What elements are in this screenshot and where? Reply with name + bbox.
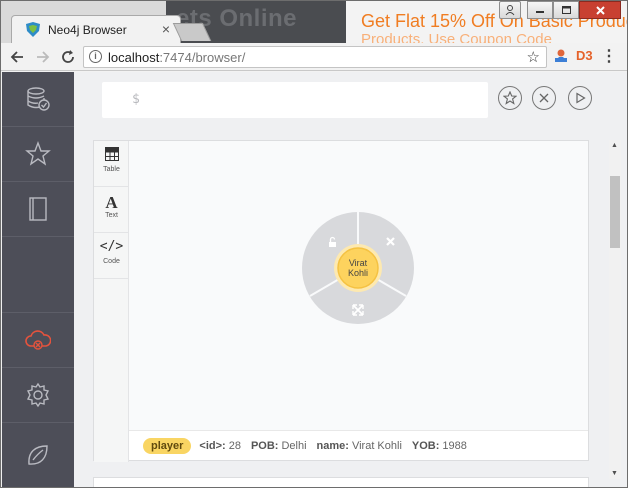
close-icon (595, 5, 605, 15)
prop-value-id: 28 (228, 439, 241, 452)
sidebar-item-database[interactable] (2, 72, 74, 127)
tab-text-label: Text (105, 212, 118, 219)
extension-download-icon[interactable] (553, 48, 569, 64)
main-area: $ Table A Text </> Code Virat Kohli play… (74, 72, 627, 487)
title-bar: ets Online Get Flat 15% Off On Basic Pro… (1, 1, 627, 43)
window-controls (499, 1, 621, 21)
arrow-left-icon (10, 51, 23, 63)
text-icon: A (105, 193, 118, 212)
close-window-button[interactable] (579, 1, 621, 19)
sidebar (2, 72, 74, 487)
tab-table[interactable]: Table (94, 141, 129, 187)
query-editor[interactable]: $ (102, 82, 488, 118)
neo4j-shield-icon (26, 22, 40, 37)
code-icon: </> (99, 239, 124, 254)
star-outline-icon (503, 91, 517, 105)
book-icon (29, 197, 47, 221)
maximize-icon (561, 6, 571, 14)
database-icon (27, 87, 50, 111)
tab-code-label: Code (103, 258, 120, 265)
tab-code[interactable]: </> Code (94, 233, 129, 279)
clear-icon (539, 93, 549, 103)
reload-button[interactable] (58, 47, 78, 67)
browser-tab[interactable]: Neo4j Browser × (11, 15, 181, 43)
browser-window: ets Online Get Flat 15% Off On Basic Pro… (0, 0, 628, 488)
maximize-button[interactable] (553, 1, 579, 19)
star-icon (25, 141, 51, 166)
result-view-tabs: Table A Text </> Code (94, 141, 129, 462)
prop-key-yob: YOB: (411, 439, 440, 452)
tab-title: Neo4j Browser (48, 23, 127, 37)
sidebar-spacer (2, 237, 74, 313)
node-caption: Virat Kohli (347, 258, 368, 278)
prop-key-id: <id>: (199, 439, 226, 452)
user-profile-button[interactable] (499, 1, 521, 19)
extension-d3-icon[interactable]: D3 (576, 48, 593, 64)
arrow-right-icon (37, 51, 50, 63)
browser-menu-icon[interactable]: ⋮ (601, 46, 617, 66)
label-badge[interactable]: player (143, 437, 192, 454)
cloud-disconnected-icon (25, 330, 51, 350)
minimize-icon (536, 11, 544, 13)
scroll-down-arrow-icon[interactable]: ▼ (611, 470, 618, 477)
neo4j-page: $ Table A Text </> Code Virat Kohli play… (1, 72, 627, 487)
minimize-button[interactable] (527, 1, 553, 19)
sidebar-item-settings[interactable] (2, 368, 74, 423)
tab-table-label: Table (103, 166, 120, 173)
prop-value-yob: 1988 (442, 439, 467, 452)
sidebar-item-documents[interactable] (2, 182, 74, 237)
favorite-query-button[interactable] (498, 86, 522, 110)
gear-icon (26, 382, 50, 408)
url-text[interactable]: localhost:7474/browser/ (108, 50, 245, 65)
forward-button[interactable] (33, 47, 53, 67)
prop-key-pob: POB: (250, 439, 279, 452)
table-icon (94, 147, 129, 165)
result-frame: Table A Text </> Code Virat Kohli player… (93, 140, 589, 462)
prop-value-pob: Delhi (281, 439, 307, 452)
editor-prompt: $ (132, 92, 140, 107)
sidebar-item-favorites[interactable] (2, 127, 74, 182)
clear-query-button[interactable] (532, 86, 556, 110)
page-scrollbar[interactable]: ▲ ▼ (609, 140, 621, 479)
tab-text[interactable]: A Text (94, 187, 129, 233)
run-query-button[interactable] (568, 86, 592, 110)
node-properties-bar: player <id>: 28 POB: Delhi name: Virat K… (129, 430, 588, 460)
play-icon (576, 92, 586, 104)
info-icon[interactable]: i (89, 50, 102, 63)
bookmark-star-icon[interactable]: ☆ (527, 48, 540, 66)
sidebar-item-about[interactable] (2, 423, 74, 487)
address-bar[interactable]: i localhost:7474/browser/ ☆ (83, 46, 547, 68)
info-leaf-icon (28, 445, 48, 465)
prop-value-name: Virat Kohli (351, 439, 402, 452)
ad-subline: Products, Use Coupon Code (361, 31, 552, 43)
reload-icon (62, 50, 74, 63)
user-icon (505, 4, 515, 15)
prop-key-name: name: (316, 439, 349, 452)
scroll-up-arrow-icon[interactable]: ▲ (611, 142, 618, 149)
graph-canvas[interactable]: Virat Kohli (129, 141, 588, 430)
back-button[interactable] (7, 47, 27, 67)
scroll-thumb[interactable] (610, 176, 620, 248)
close-tab-icon[interactable]: × (162, 21, 170, 37)
browser-toolbar: i localhost:7474/browser/ ☆ D3 ⋮ (1, 43, 627, 71)
next-result-frame (93, 477, 589, 487)
sidebar-item-connection[interactable] (2, 313, 74, 368)
